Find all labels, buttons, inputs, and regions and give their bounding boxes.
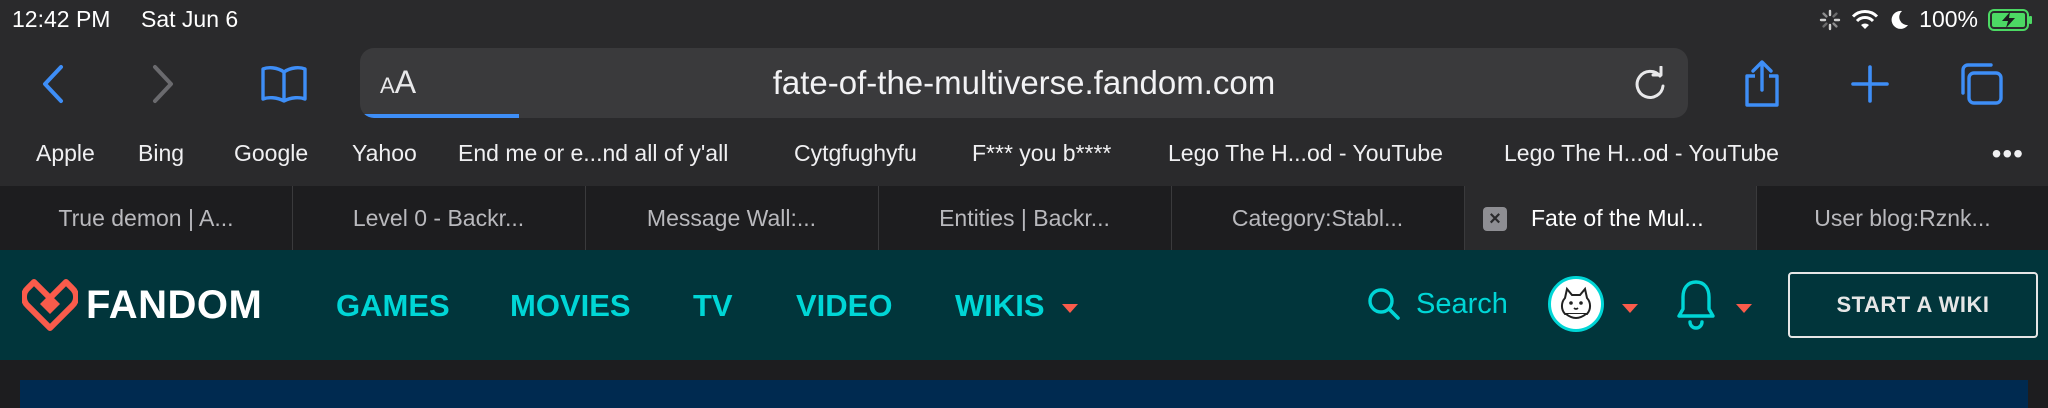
share-button[interactable] (1734, 56, 1790, 112)
start-a-wiki-button[interactable]: START A WIKI (1788, 272, 2038, 338)
url-text[interactable]: fate-of-the-multiverse.fandom.com (360, 64, 1688, 102)
tab[interactable]: Level 0 - Backr... (292, 186, 584, 250)
bookmark-item[interactable]: Google (234, 140, 308, 167)
reload-button[interactable] (1632, 65, 1668, 107)
new-tab-button[interactable] (1842, 56, 1898, 112)
bell-icon (1677, 280, 1715, 330)
nav-video[interactable]: VIDEO (796, 288, 892, 324)
tab[interactable]: True demon | A... (0, 186, 292, 250)
status-bar: 12:42 PM Sat Jun 6 100% (0, 0, 2048, 42)
reload-icon (1635, 65, 1665, 99)
fandom-logo[interactable]: FANDOM (22, 278, 262, 332)
favorites-bar: Apple Bing Google Yahoo End me or e...nd… (0, 126, 2048, 186)
nav-wikis[interactable]: WIKIS (955, 288, 1045, 324)
fandom-search[interactable]: Search (1366, 286, 1508, 322)
cat-avatar-icon (1561, 286, 1591, 319)
search-icon (1368, 288, 1400, 320)
tab-title: Message Wall:... (646, 204, 817, 231)
tab[interactable]: Entities | Backr... (878, 186, 1170, 250)
book-icon (261, 66, 307, 103)
tab-overview-button[interactable] (1952, 56, 2008, 112)
nav-movies[interactable]: MOVIES (510, 288, 631, 324)
moon-icon (1891, 10, 1909, 29)
tab[interactable]: Message Wall:... (585, 186, 877, 250)
tab-title: Fate of the Mul... (1531, 204, 1704, 231)
address-bar[interactable]: AA fate-of-the-multiverse.fandom.com (360, 48, 1688, 118)
tab-title: Entities | Backr... (939, 204, 1110, 231)
bookmark-item[interactable]: Yahoo (352, 140, 417, 167)
forward-button[interactable] (134, 56, 190, 112)
status-time: 12:42 PM (12, 6, 111, 32)
bookmarks-button[interactable] (256, 56, 312, 112)
tab-title: Level 0 - Backr... (352, 204, 525, 231)
back-button[interactable] (26, 56, 82, 112)
bookmark-item[interactable]: Apple (36, 140, 95, 167)
bookmark-item[interactable]: F*** you b**** (972, 140, 1111, 167)
status-date: Sat Jun 6 (141, 6, 239, 32)
bookmark-item[interactable]: Bing (138, 140, 184, 167)
page-content (0, 360, 2048, 408)
wifi-icon (1852, 9, 1879, 29)
bookmark-item[interactable]: Lego The H...od - YouTube (1168, 140, 1443, 167)
share-icon (1745, 60, 1779, 107)
notifications-caret-icon[interactable] (1736, 304, 1752, 313)
battery-charging-icon (1988, 8, 2032, 31)
tab-active[interactable]: × Fate of the Mul... (1464, 186, 1756, 250)
more-bookmarks-icon[interactable]: ••• (1992, 138, 2024, 170)
search-label: Search (1416, 287, 1508, 320)
fandom-global-nav: FANDOM GAMES MOVIES TV VIDEO WIKIS Searc… (0, 250, 2048, 360)
bookmark-item[interactable]: Lego The H...od - YouTube (1504, 140, 1779, 167)
tab-title: True demon | A... (58, 204, 234, 231)
safari-toolbar: AA fate-of-the-multiverse.fandom.com (0, 42, 2048, 126)
chevron-left-icon (43, 65, 63, 103)
user-menu-caret-icon[interactable] (1622, 304, 1638, 313)
tab-title: Category:Stabl... (1231, 204, 1404, 231)
nav-tv[interactable]: TV (693, 288, 733, 324)
bookmark-item[interactable]: Cytgfughyfu (794, 140, 917, 167)
fandom-wordmark: FANDOM (86, 282, 263, 327)
tab[interactable]: Category:Stabl... (1171, 186, 1463, 250)
activity-spinner-icon (1819, 9, 1841, 30)
tabs-icon (1961, 63, 2003, 105)
tab-title: User blog:Rznk... (1814, 204, 1991, 231)
notifications-button[interactable] (1676, 278, 1716, 335)
nav-games[interactable]: GAMES (336, 288, 450, 324)
wikis-dropdown-caret-icon[interactable] (1062, 304, 1078, 313)
plus-icon (1851, 65, 1889, 103)
tab-strip: True demon | A... Level 0 - Backr... Mes… (0, 186, 2048, 250)
tab[interactable]: User blog:Rznk... (1756, 186, 2048, 250)
status-indicators: 100% (1819, 6, 2034, 33)
bookmark-item[interactable]: End me or e...nd all of y'all (458, 140, 728, 167)
close-tab-icon[interactable]: × (1483, 207, 1507, 231)
user-avatar[interactable] (1548, 276, 1604, 332)
fandom-heart-logo-icon (22, 279, 78, 331)
page-load-progress (360, 114, 520, 118)
chevron-right-icon (153, 65, 173, 103)
community-header-panel (20, 380, 2028, 408)
battery-percent: 100% (1919, 6, 1978, 32)
